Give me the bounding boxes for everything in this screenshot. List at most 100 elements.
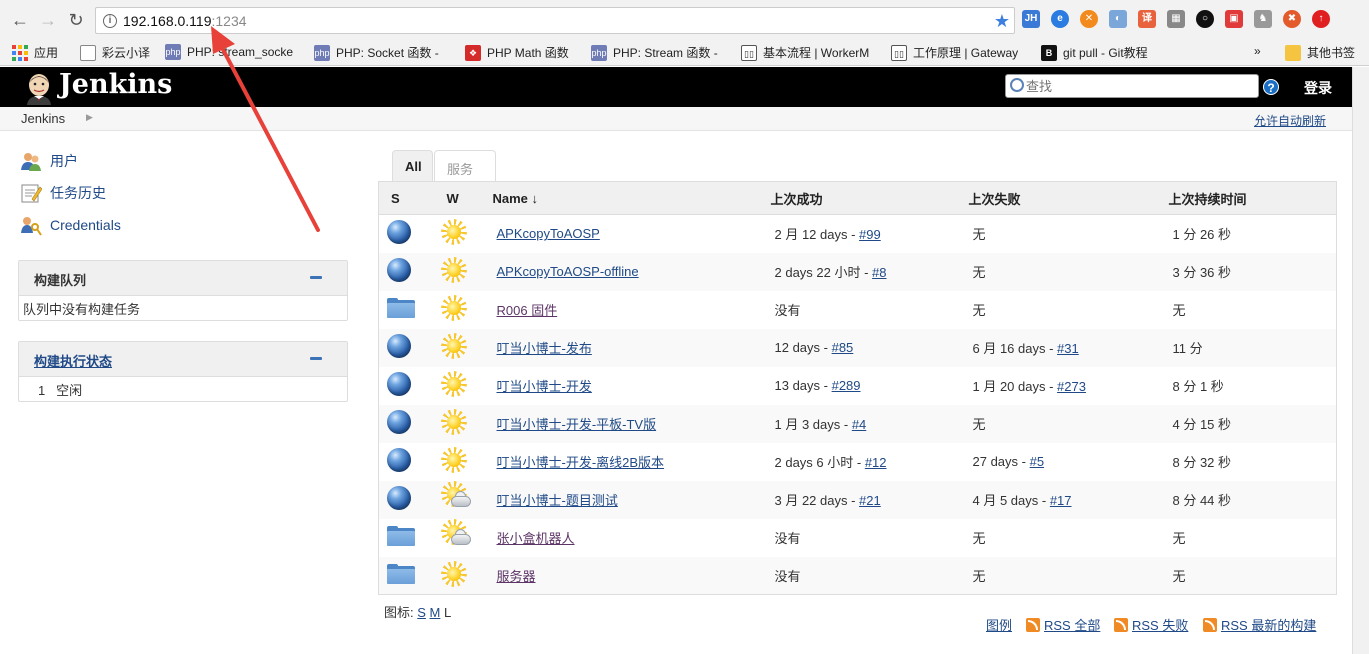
bookmark-star-icon[interactable]: ★ [994, 11, 1010, 32]
bookmark-workerman[interactable]: ▯▯ 基本流程 | WorkerM [741, 44, 869, 61]
column-header-status[interactable]: S [378, 181, 441, 215]
up-extension-icon[interactable]: ↑ [1312, 10, 1330, 28]
help-icon[interactable]: ? [1263, 79, 1279, 95]
sunny-icon [440, 371, 467, 397]
jh-extension-icon[interactable]: JH [1022, 10, 1040, 28]
job-name-link[interactable]: R006 固件 [497, 303, 558, 318]
address-bar[interactable]: i 192.168.0.119:1234 ★ [95, 7, 1015, 34]
search-input[interactable] [1026, 78, 1251, 95]
rss-icon[interactable] [1114, 617, 1128, 632]
jenkins-logo-icon[interactable] [22, 71, 56, 105]
last-failure-build-link[interactable]: #17 [1050, 493, 1072, 508]
job-name-link[interactable]: 叮当小博士-开发-平板-TV版 [497, 417, 657, 432]
table-row: 叮当小博士-发布 12 days - #85 6 月 16 days - #31 11… [378, 328, 1337, 367]
enable-auto-refresh-link[interactable]: 允许自动刷新 [1254, 112, 1326, 129]
icon-size-medium-link[interactable]: M [430, 605, 441, 620]
back-icon[interactable]: ← [10, 10, 30, 30]
w3-icon: ❖ [465, 44, 481, 61]
url-text: 192.168.0.119:1234 [123, 13, 247, 29]
job-name-link[interactable]: 服务器 [497, 569, 536, 584]
column-header-name[interactable]: Name ↓ [492, 181, 771, 215]
collapse-icon[interactable] [310, 357, 322, 360]
last-success-build-link[interactable]: #99 [859, 227, 881, 242]
tab-server[interactable]: 服务器 [434, 150, 496, 196]
job-name-link[interactable]: 叮当小博士-题目测试 [497, 493, 618, 508]
status-cell [378, 328, 441, 367]
column-header-last-success[interactable]: 上次成功 [770, 181, 969, 215]
fox-extension-icon[interactable]: ✖ [1283, 10, 1301, 28]
bookmark-php-math[interactable]: ❖ PHP Math 函数 [465, 44, 569, 61]
bookmark-php-socket[interactable]: php PHP: Socket 函数 - [314, 44, 439, 61]
job-name-link[interactable]: APKcopyToAOSP [497, 226, 600, 241]
red-extension-icon[interactable]: ▣ [1225, 10, 1243, 28]
job-name-link[interactable]: 叮当小博士-发布 [497, 341, 592, 356]
rss-all-link[interactable]: RSS 全部 [1044, 615, 1100, 634]
orange-extension-icon[interactable]: ✕ [1080, 10, 1098, 28]
blue-extension-icon[interactable]: ◐ [1109, 10, 1127, 28]
table-row: R006 固件 没有 无 无 [379, 291, 1337, 329]
last-success-build-link[interactable]: #21 [859, 493, 881, 508]
info-icon[interactable]: i [103, 14, 117, 28]
last-failure-build-link[interactable]: #5 [1030, 454, 1044, 469]
job-name-link[interactable]: 叮当小博士-开发 [497, 379, 592, 394]
search-box[interactable] [1005, 74, 1259, 98]
executor-status-title[interactable]: 构建执行状态 [34, 351, 112, 370]
projects-table-body: APKcopyToAOSP 2 月 12 days - #99 无 1 分 26 秒A… [378, 215, 1337, 595]
e-extension-icon[interactable]: e [1051, 10, 1069, 28]
last-failure-build-link[interactable]: #273 [1057, 379, 1086, 394]
last-failure-build-link[interactable]: #31 [1057, 341, 1079, 356]
job-name-link[interactable]: APKcopyToAOSP-offline [497, 264, 639, 279]
translate-extension-icon[interactable]: 译 [1138, 10, 1156, 28]
job-name-cell: 张小盒机器人 [493, 519, 771, 557]
apps-grid-icon [12, 44, 28, 61]
job-name-cell: 叮当小博士-开发-平板-TV版 [492, 404, 771, 443]
sidebar-item-people[interactable]: 用户 [20, 150, 78, 172]
rss-icon[interactable] [1203, 617, 1217, 632]
bookmark-php-stream-socket[interactable]: php PHP: stream_socke [165, 44, 293, 60]
last-success-build-link[interactable]: #85 [832, 340, 854, 355]
icon-size-small-link[interactable]: S [417, 605, 426, 620]
bookmark-git-pull[interactable]: B git pull - Git教程 [1041, 44, 1148, 61]
rss-icon[interactable] [1026, 617, 1040, 632]
circle-extension-icon[interactable]: ○ [1196, 10, 1214, 28]
column-header-weather[interactable]: W [440, 181, 493, 215]
jenkins-title[interactable]: Jenkins [59, 69, 172, 100]
job-name-link[interactable]: 张小盒机器人 [497, 531, 575, 546]
job-name-link[interactable]: 叮当小博士-开发-离线2B版本 [497, 455, 665, 470]
bookmark-caiyun[interactable]: 彩云小译 [80, 44, 150, 61]
last-success-cell: 2 days 6 小时 - #12 [771, 443, 969, 481]
collapse-icon[interactable] [310, 276, 322, 279]
breadcrumb-jenkins[interactable]: Jenkins [21, 111, 65, 126]
reload-icon[interactable]: ↻ [66, 10, 86, 30]
breadcrumb-arrow-icon[interactable]: ▶ [86, 112, 93, 123]
legend-link[interactable]: 图例 [986, 615, 1012, 634]
job-name-cell: 叮当小博士-题目测试 [492, 480, 771, 519]
bookmark-other[interactable]: 其他书签 [1285, 44, 1355, 61]
forward-icon[interactable]: → [38, 10, 58, 30]
column-header-last-duration[interactable]: 上次持续时间 [1168, 181, 1337, 215]
last-failure-cell: 无 [968, 404, 1169, 443]
last-success-build-link[interactable]: #4 [852, 417, 866, 432]
rss-failed-link[interactable]: RSS 失败 [1132, 615, 1188, 634]
last-success-build-link[interactable]: #8 [872, 265, 886, 280]
bookmark-apps[interactable]: 应用 [12, 44, 58, 61]
elephant-extension-icon[interactable]: ♞ [1254, 10, 1272, 28]
weather-cell [440, 556, 493, 595]
grey-extension-icon[interactable]: ▦ [1167, 10, 1185, 28]
last-success-build-link[interactable]: #289 [832, 378, 861, 393]
sidebar-item-build-history[interactable]: 任务历史 [20, 182, 106, 204]
sidebar-item-credentials[interactable]: Credentials [20, 214, 121, 236]
rss-latest-link[interactable]: RSS 最新的构建 [1221, 615, 1316, 634]
last-failure-cell: 4 月 5 days - #17 [968, 480, 1169, 519]
page-scrollbar[interactable] [1352, 67, 1369, 654]
bookmark-php-stream[interactable]: php PHP: Stream 函数 - [591, 44, 718, 61]
bookmark-gateway[interactable]: ▯▯ 工作原理 | Gateway [891, 44, 1018, 61]
bookmarks-overflow-button[interactable]: » [1254, 44, 1261, 58]
last-failure-cell: 无 [968, 556, 1169, 595]
tab-all[interactable]: All [392, 150, 433, 182]
login-link[interactable]: 登录 [1304, 78, 1332, 98]
column-header-last-failure[interactable]: 上次失败 [968, 181, 1169, 215]
last-success-text: 2 days 6 小时 - [774, 455, 865, 470]
last-success-build-link[interactable]: #12 [865, 455, 887, 470]
last-duration-text: 8 分 1 秒 [1172, 379, 1224, 394]
